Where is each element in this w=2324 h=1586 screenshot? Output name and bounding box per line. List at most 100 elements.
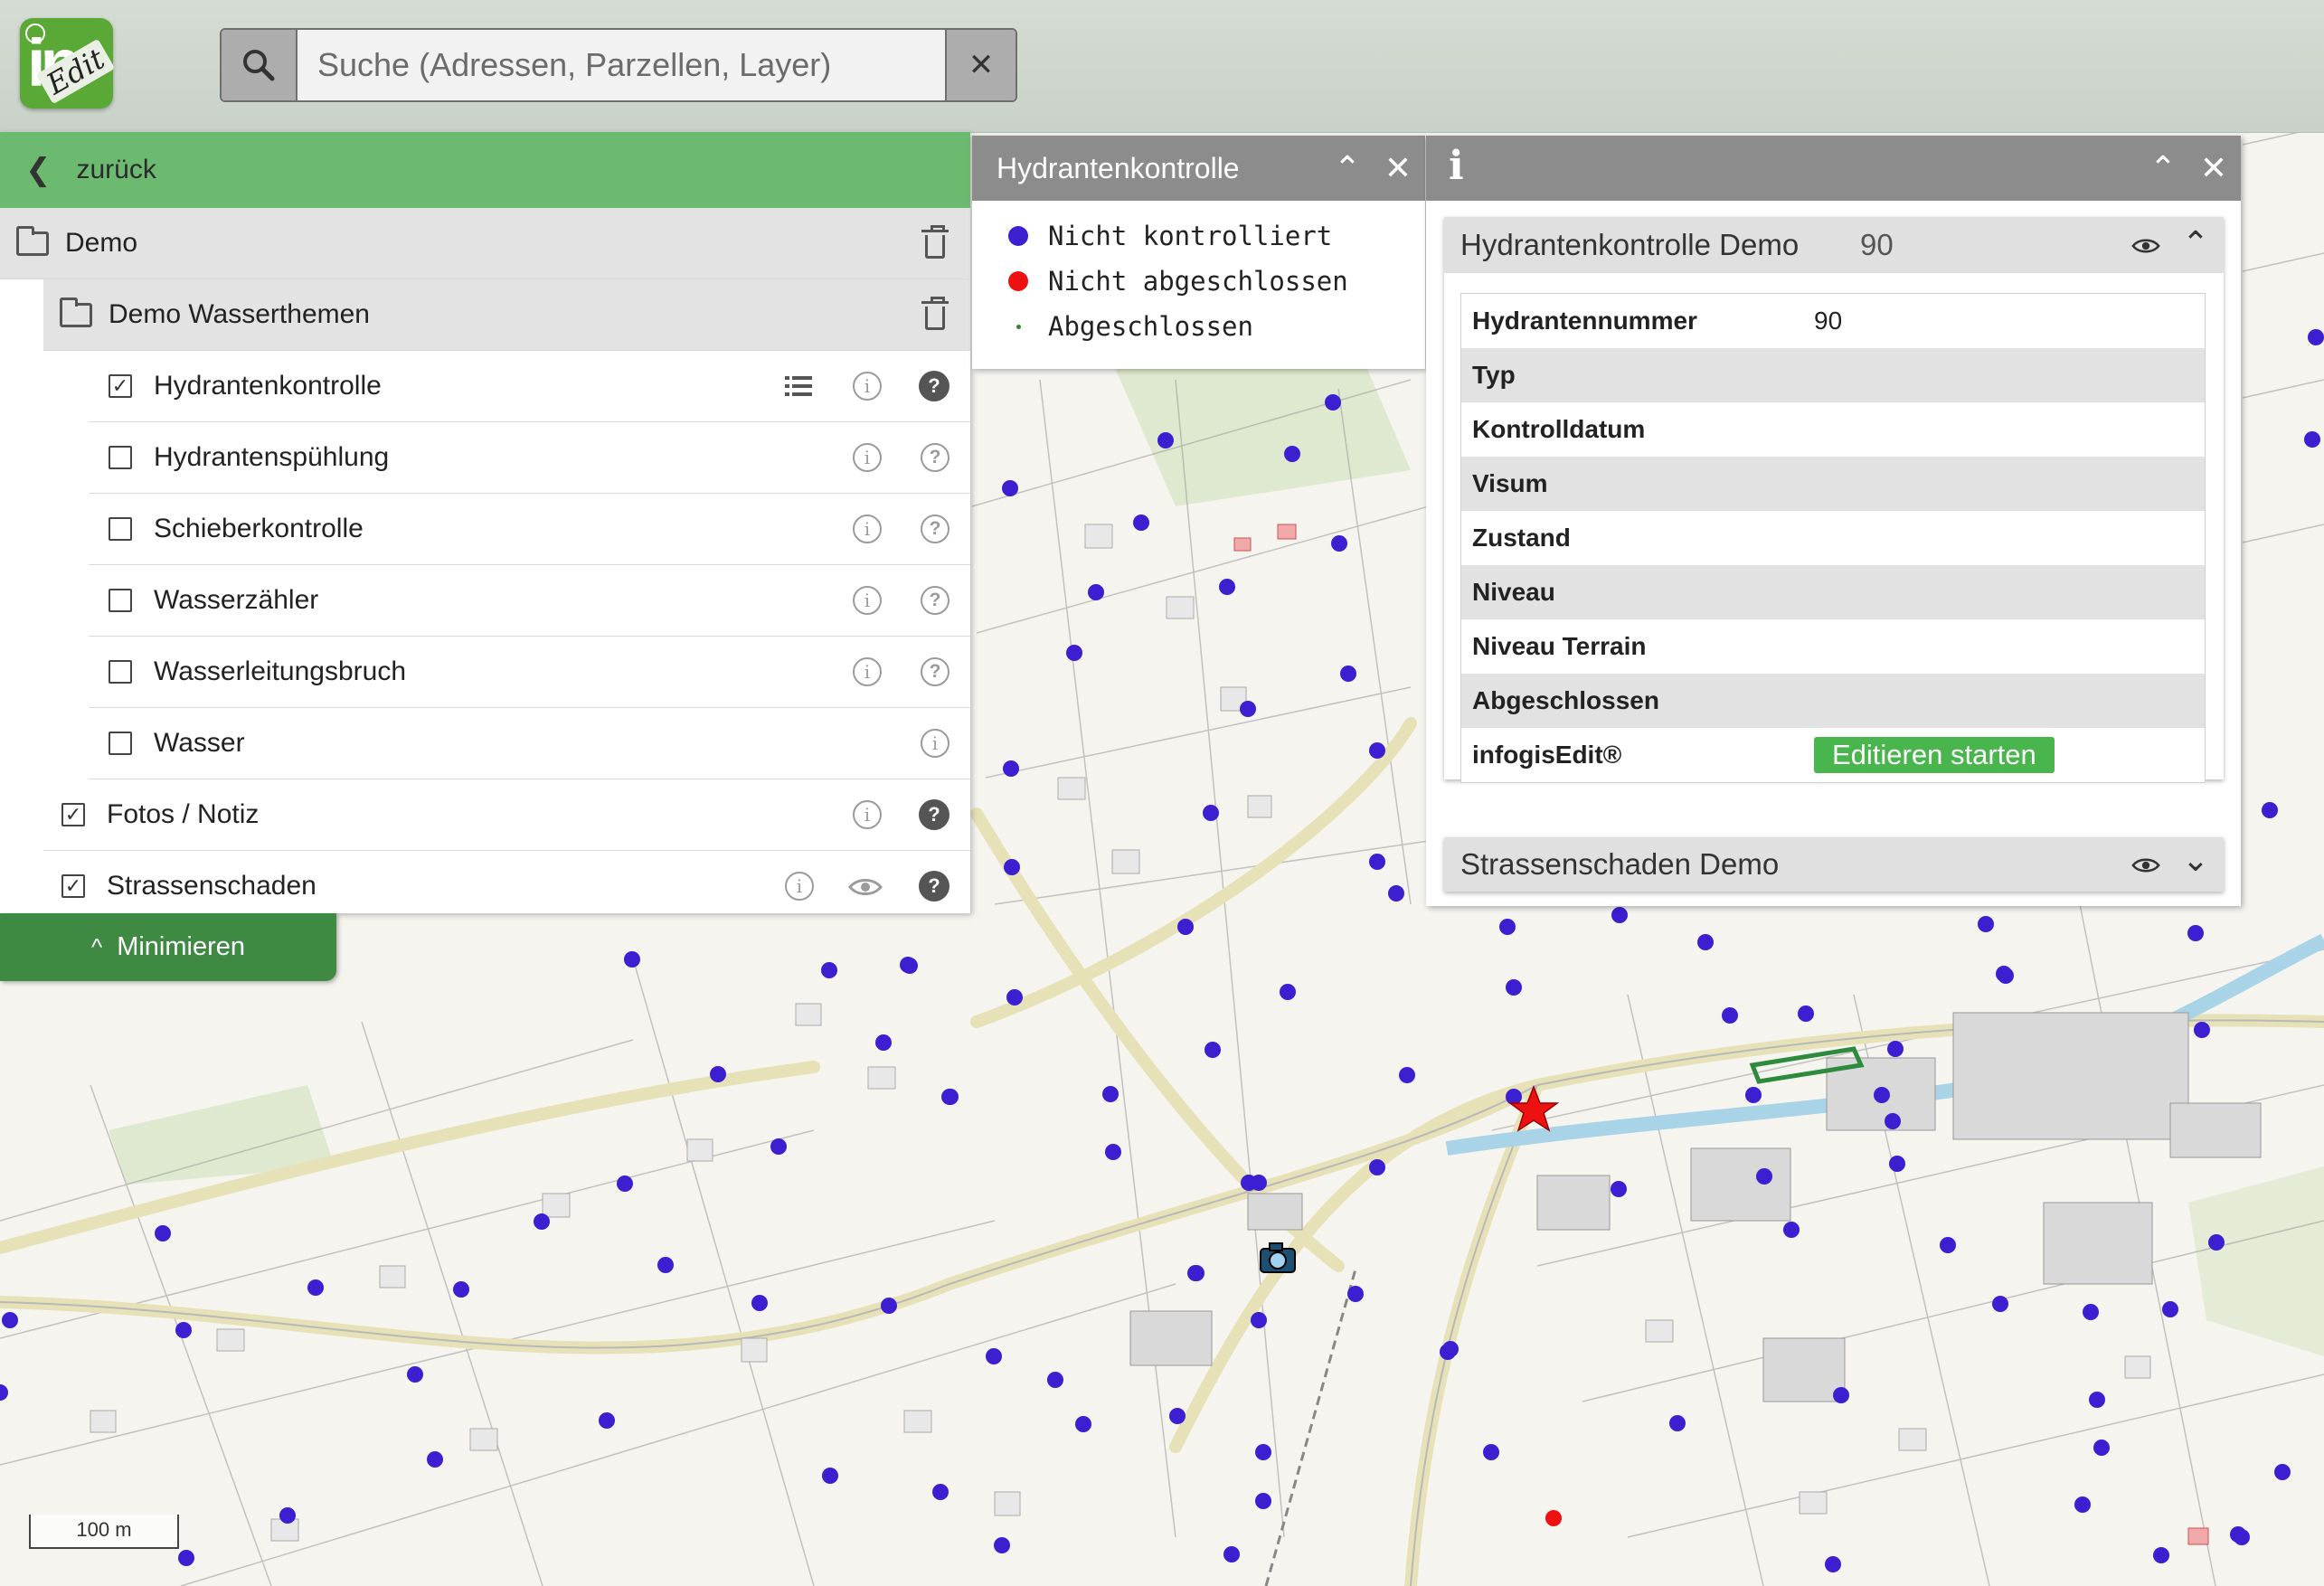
layer-wasserzaehler[interactable]: Wasserzähler i ?: [89, 565, 970, 637]
layer-hydrantenkontrolle[interactable]: ✓ Hydrantenkontrolle i ?: [89, 351, 970, 422]
legend-panel: Hydrantenkontrolle ⌃ ✕ Nicht kontrollier…: [972, 136, 1425, 369]
help-icon[interactable]: ?: [921, 515, 949, 543]
feature-title: Hydrantenkontrolle Demo: [1460, 228, 1800, 261]
info-icon[interactable]: i: [853, 657, 882, 686]
group-label: Demo Wasserthemen: [109, 299, 370, 329]
group-label: Demo: [65, 228, 138, 258]
attribute-key: Zustand: [1472, 524, 1571, 552]
trash-icon[interactable]: [921, 297, 949, 330]
layer-checkbox[interactable]: ✓: [61, 874, 85, 898]
info-header: i ⌃ ✕: [1426, 136, 2241, 201]
legend-item: Nicht kontrolliert: [972, 213, 1425, 259]
chevron-up-icon[interactable]: ⌃: [1322, 136, 1373, 201]
chevron-up-icon[interactable]: ⌃: [2182, 224, 2209, 262]
feature-card-header[interactable]: Hydrantenkontrolle Demo 90 ⌃: [1444, 217, 2224, 273]
attribute-row: Typ: [1461, 348, 2205, 402]
chevron-down-icon[interactable]: ⌄: [2182, 841, 2209, 879]
legend-title: Hydrantenkontrolle: [997, 151, 1240, 184]
attribute-key: Visum: [1472, 469, 1548, 497]
info-icon[interactable]: i: [853, 800, 882, 829]
chevron-left-icon: ❮: [25, 153, 52, 187]
back-button[interactable]: ❮ zurück: [0, 132, 970, 208]
layer-strassenschaden[interactable]: ✓ Strassenschaden i ?: [43, 851, 970, 921]
layer-label: Wasserzähler: [154, 585, 319, 615]
top-bar: in Edit ✕: [0, 0, 2324, 133]
legend-item: Nicht abgeschlossen: [972, 259, 1425, 304]
feature-card-hydrant: Hydrantenkontrolle Demo 90 ⌃ Hydrantennu…: [1444, 217, 2224, 783]
legend-item: Abgeschlossen: [972, 304, 1425, 349]
layer-label: Schieberkontrolle: [154, 514, 364, 543]
info-icon[interactable]: i: [853, 372, 882, 401]
close-icon[interactable]: ✕: [1373, 136, 1423, 201]
attribute-row: Kontrolldatum: [1461, 402, 2205, 457]
layer-wasserleitungsbruch[interactable]: Wasserleitungsbruch i ?: [89, 637, 970, 708]
attribute-row: Niveau: [1461, 565, 2205, 619]
layer-label: Hydrantenspühlung: [154, 442, 390, 472]
legend-label: Abgeschlossen: [1048, 311, 1253, 342]
layer-checkbox[interactable]: [109, 446, 132, 469]
layer-checkbox[interactable]: [109, 589, 132, 612]
layer-label: Wasser: [154, 728, 245, 758]
help-icon[interactable]: ?: [919, 871, 949, 902]
feature-title: Strassenschaden Demo: [1460, 847, 1780, 881]
layer-label: Wasserleitungsbruch: [154, 656, 407, 686]
attribute-key: Kontrolldatum: [1472, 415, 1646, 443]
feature-id: 90: [1860, 228, 1894, 261]
feature-card-header[interactable]: Strassenschaden Demo ⌄: [1444, 837, 2224, 892]
layer-checkbox[interactable]: [109, 517, 132, 541]
info-icon[interactable]: i: [853, 443, 882, 472]
layer-fotos-notiz[interactable]: ✓ Fotos / Notiz i ?: [43, 779, 970, 851]
layer-checkbox[interactable]: [109, 732, 132, 755]
close-icon[interactable]: ✕: [2188, 136, 2239, 201]
scale-bar: 100 m: [29, 1515, 179, 1549]
search-box: ✕: [220, 28, 1017, 102]
chevron-up-icon: ^: [90, 933, 103, 960]
legend-label: Nicht kontrolliert: [1048, 221, 1333, 251]
layer-wasser[interactable]: Wasser i: [89, 708, 970, 779]
eye-icon[interactable]: [848, 876, 883, 898]
attribute-key: Typ: [1472, 361, 1516, 389]
info-icon[interactable]: i: [853, 586, 882, 615]
group-demo[interactable]: Demo: [0, 208, 970, 279]
search-input[interactable]: [298, 30, 950, 100]
chevron-up-icon[interactable]: ⌃: [2138, 136, 2188, 201]
search-button[interactable]: [222, 30, 298, 100]
attribute-key: Abgeschlossen: [1472, 686, 1659, 714]
legend-swatch: [1008, 271, 1028, 291]
info-icon[interactable]: i: [921, 729, 949, 758]
back-label: zurück: [76, 155, 156, 184]
help-icon[interactable]: ?: [919, 371, 949, 401]
attribute-key: infogisEdit®: [1472, 741, 1622, 769]
attribute-row: Abgeschlossen: [1461, 674, 2205, 728]
help-icon[interactable]: ?: [919, 799, 949, 830]
layer-checkbox[interactable]: ✓: [109, 374, 132, 398]
minimize-button[interactable]: ^ Minimieren: [0, 913, 336, 981]
folder-icon: [60, 297, 92, 327]
clear-search-button[interactable]: ✕: [945, 30, 1016, 100]
group-demo-wasserthemen[interactable]: Demo Wasserthemen: [43, 279, 970, 351]
info-icon[interactable]: i: [785, 872, 814, 901]
legend-label: Nicht abgeschlossen: [1048, 266, 1348, 297]
eye-icon[interactable]: [2131, 856, 2160, 874]
table-icon[interactable]: [785, 375, 812, 397]
help-icon[interactable]: ?: [921, 443, 949, 472]
layer-label: Strassenschaden: [107, 871, 316, 901]
attribute-row: Zustand: [1461, 511, 2205, 565]
attribute-key: Niveau: [1472, 578, 1555, 606]
layer-label: Fotos / Notiz: [107, 799, 260, 829]
legend-swatch: [1008, 226, 1028, 246]
layer-hydrantenspuehlung[interactable]: Hydrantenspühlung i ?: [89, 422, 970, 494]
info-icon[interactable]: i: [853, 515, 882, 543]
feature-card-strassenschaden: Strassenschaden Demo ⌄: [1444, 837, 2224, 892]
start-editing-button[interactable]: Editieren starten: [1814, 737, 2055, 773]
layer-checkbox[interactable]: [109, 660, 132, 684]
trash-icon[interactable]: [921, 225, 949, 259]
help-icon[interactable]: ?: [921, 657, 949, 686]
info-icon: i: [1449, 143, 1464, 189]
help-icon[interactable]: ?: [921, 586, 949, 615]
app-logo[interactable]: in Edit: [20, 18, 116, 109]
eye-icon[interactable]: [2131, 237, 2160, 255]
layer-schieberkontrolle[interactable]: Schieberkontrolle i ?: [89, 494, 970, 565]
attribute-row: Visum: [1461, 457, 2205, 511]
layer-checkbox[interactable]: ✓: [61, 803, 85, 826]
